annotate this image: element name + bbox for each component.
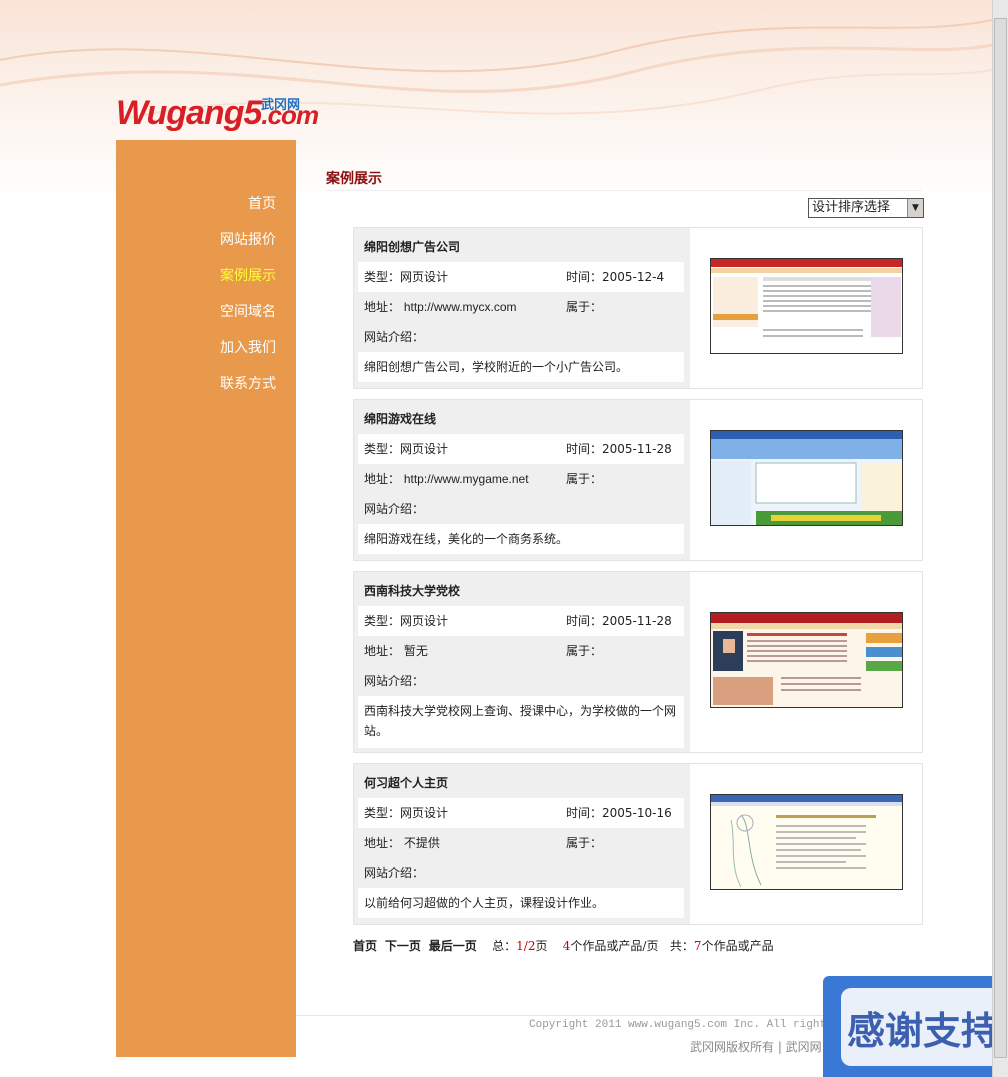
pager-first[interactable]: 首页: [353, 939, 377, 953]
type-label: 类型：: [364, 270, 401, 284]
case-info: 西南科技大学党校 类型：网页设计 时间：2005-11-28 地址： 暂无 属于…: [354, 572, 690, 752]
main-nav: 首页 网站报价 案例展示 空间域名 加入我们 联系方式: [220, 192, 276, 408]
pager-total-prefix: 总：: [492, 939, 517, 953]
case-card: 绵阳游戏在线 类型：网页设计 时间：2005-11-28 地址： http://…: [353, 399, 923, 561]
pager-count: 7: [693, 939, 702, 953]
thanks-banner[interactable]: 感谢支持: [823, 976, 992, 1077]
case-intro-label: 网站介绍：: [364, 502, 425, 516]
scrollbar-thumb[interactable]: [994, 18, 1007, 1058]
address-label: 地址：: [364, 300, 401, 314]
case-type: 网页设计: [400, 442, 449, 456]
case-card: 何习超个人主页 类型：网页设计 时间：2005-10-16 地址： 不提供 属于…: [353, 763, 923, 925]
pager-count-suffix: 个作品或产品: [701, 939, 774, 953]
pager-page: 1/2: [516, 939, 536, 953]
case-type: 网页设计: [400, 806, 449, 820]
logo-chinese: 武冈网: [261, 98, 301, 113]
nav-join[interactable]: 加入我们: [220, 336, 276, 372]
belongs-label: 属于：: [566, 472, 603, 486]
sidebar: 首页 网站报价 案例展示 空间域名 加入我们 联系方式: [116, 140, 296, 1057]
pager-next[interactable]: 下一页: [385, 939, 421, 953]
case-intro-label: 网站介绍：: [364, 674, 425, 688]
time-label: 时间：: [566, 806, 603, 820]
sort-select[interactable]: 设计排序选择 ▼: [808, 198, 924, 218]
case-name[interactable]: 何习超个人主页: [358, 768, 684, 796]
pagination: 首页 下一页 最后一页 总：1/2页 4个作品或产品/页 共：7个作品或产品: [353, 937, 774, 954]
case-name[interactable]: 绵阳游戏在线: [358, 404, 684, 432]
case-thumbnail-image[interactable]: [710, 612, 903, 708]
case-time: 2005-11-28: [602, 442, 672, 456]
case-info: 何习超个人主页 类型：网页设计 时间：2005-10-16 地址： 不提供 属于…: [354, 764, 690, 924]
time-label: 时间：: [566, 442, 603, 456]
case-intro: 绵阳创想广告公司，学校附近的一个小广告公司。: [358, 352, 684, 382]
address-label: 地址：: [364, 836, 401, 850]
case-intro: 绵阳游戏在线，美化的一个商务系统。: [358, 524, 684, 554]
screenshot-thumbnail-4: [711, 795, 902, 889]
title-divider: [326, 190, 922, 191]
case-address[interactable]: http://www.mygame.net: [404, 472, 529, 486]
case-type: 网页设计: [400, 614, 449, 628]
footer-links[interactable]: 武冈网版权所有 | 武冈网: [690, 1038, 822, 1055]
belongs-label: 属于：: [566, 644, 603, 658]
case-time: 2005-12-4: [602, 270, 665, 284]
nav-home[interactable]: 首页: [220, 192, 276, 228]
case-intro-label: 网站介绍：: [364, 330, 425, 344]
case-type-row: 类型：网页设计 时间：2005-11-28: [358, 606, 684, 636]
belongs-label: 属于：: [566, 300, 603, 314]
type-label: 类型：: [364, 442, 401, 456]
case-address: 暂无: [403, 644, 428, 658]
case-intro: 以前给何习超做的个人主页，课程设计作业。: [358, 888, 684, 918]
address-label: 地址：: [364, 644, 401, 658]
case-thumbnail-image[interactable]: [710, 430, 903, 526]
nav-pricing[interactable]: 网站报价: [220, 228, 276, 264]
screenshot-thumbnail-2: [711, 431, 902, 525]
case-intro-label: 网站介绍：: [364, 866, 425, 880]
case-address-row: 地址： 不提供 属于：: [358, 828, 684, 858]
type-label: 类型：: [364, 806, 401, 820]
screenshot-thumbnail-3: [711, 613, 902, 707]
case-info: 绵阳游戏在线 类型：网页设计 时间：2005-11-28 地址： http://…: [354, 400, 690, 560]
thanks-banner-text: 感谢支持: [847, 1009, 992, 1053]
vertical-scrollbar[interactable]: [992, 0, 1008, 1077]
belongs-label: 属于：: [566, 836, 603, 850]
case-card: 绵阳创想广告公司 类型：网页设计 时间：2005-12-4 地址： http:/…: [353, 227, 923, 389]
case-card: 西南科技大学党校 类型：网页设计 时间：2005-11-28 地址： 暂无 属于…: [353, 571, 923, 753]
chevron-down-icon[interactable]: ▼: [907, 199, 923, 217]
case-address-row: 地址： http://www.mygame.net 属于：: [358, 464, 684, 494]
nav-domain[interactable]: 空间域名: [220, 300, 276, 336]
case-time: 2005-10-16: [602, 806, 672, 820]
sort-select-value: 设计排序选择: [812, 200, 891, 215]
nav-contact[interactable]: 联系方式: [220, 372, 276, 408]
case-type-row: 类型：网页设计 时间：2005-11-28: [358, 434, 684, 464]
time-label: 时间：: [566, 270, 603, 284]
time-label: 时间：: [566, 614, 603, 628]
case-intro: 西南科技大学党校网上查询、授课中心，为学校做的一个网站。: [358, 696, 684, 748]
pager-total-suffix: 页: [535, 939, 548, 953]
type-label: 类型：: [364, 614, 401, 628]
case-address: 不提供: [403, 836, 440, 850]
site-logo[interactable]: 武冈网 Wugang5.com: [116, 95, 319, 133]
case-thumbnail-image[interactable]: [710, 258, 903, 354]
case-name[interactable]: 绵阳创想广告公司: [358, 232, 684, 260]
footer-copyright: Copyright 2011 www.wugang5.com Inc. All …: [529, 1019, 853, 1031]
pager-count-prefix: 共：: [669, 939, 694, 953]
case-address[interactable]: http://www.mycx.com: [404, 300, 517, 314]
case-time: 2005-11-28: [602, 614, 672, 628]
case-type: 网页设计: [400, 270, 449, 284]
case-type-row: 类型：网页设计 时间：2005-12-4: [358, 262, 684, 292]
pager-per-page-suffix: 个作品或产品/页: [570, 939, 659, 953]
nav-cases[interactable]: 案例展示: [220, 264, 276, 300]
pager-last[interactable]: 最后一页: [429, 939, 477, 953]
case-info: 绵阳创想广告公司 类型：网页设计 时间：2005-12-4 地址： http:/…: [354, 228, 690, 388]
screenshot-thumbnail-1: [711, 259, 902, 353]
case-address-row: 地址： 暂无 属于：: [358, 636, 684, 666]
case-thumbnail-image[interactable]: [710, 794, 903, 890]
case-type-row: 类型：网页设计 时间：2005-10-16: [358, 798, 684, 828]
case-address-row: 地址： http://www.mycx.com 属于：: [358, 292, 684, 322]
case-name[interactable]: 西南科技大学党校: [358, 576, 684, 604]
page-title: 案例展示: [326, 171, 382, 187]
address-label: 地址：: [364, 472, 401, 486]
